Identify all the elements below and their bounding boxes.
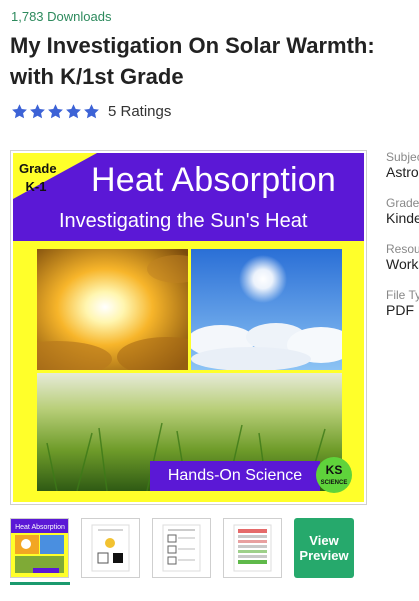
grade-label: Grade K-1 bbox=[19, 160, 57, 196]
thumbnail-strip: Heat Absorption View Preview bbox=[10, 518, 354, 578]
ratings-count[interactable]: 5 Ratings bbox=[108, 103, 171, 120]
cover-title-banner: Grade K-1 Heat Absorption Investigating … bbox=[13, 153, 364, 241]
ks-science-logo: KS SCIENCE bbox=[316, 457, 352, 493]
thumbnail-page-2[interactable] bbox=[81, 518, 140, 578]
grade-label: Grade bbox=[386, 196, 419, 210]
file-type-value: PDF bbox=[386, 302, 414, 318]
view-preview-button[interactable]: View Preview bbox=[294, 518, 354, 578]
active-thumbnail-indicator bbox=[10, 582, 70, 585]
grade-value[interactable]: Kindergarten bbox=[386, 210, 419, 226]
worksheet-preview bbox=[233, 524, 272, 572]
ks-badge-subtext: SCIENCE bbox=[320, 480, 348, 486]
product-title: My Investigation On Solar Warmth: with K… bbox=[10, 33, 375, 89]
subject-label: Subject bbox=[386, 150, 419, 164]
thumbnail-cover-image: Heat Absorption bbox=[11, 519, 68, 577]
view-preview-line1: View bbox=[309, 533, 339, 548]
star-icon bbox=[66, 104, 81, 119]
thumbnail-cover-title: Heat Absorption bbox=[15, 524, 65, 531]
thumbnail-page-4[interactable] bbox=[223, 518, 282, 578]
blue-sky-photo bbox=[191, 249, 342, 370]
star-icon bbox=[84, 104, 99, 119]
star-icon bbox=[48, 104, 63, 119]
ks-badge-text: KS bbox=[325, 463, 343, 477]
star-rating bbox=[11, 103, 100, 120]
subject-value[interactable]: Astronomy bbox=[386, 164, 419, 180]
cover-art: Grade K-1 Heat Absorption Investigating … bbox=[13, 153, 364, 502]
hands-on-science-banner: Hands-On Science bbox=[150, 461, 320, 491]
sun-clouds-photo bbox=[37, 249, 188, 370]
cover-image[interactable]: Grade K-1 Heat Absorption Investigating … bbox=[10, 150, 367, 505]
star-icon bbox=[30, 104, 45, 119]
resource-label: Resource bbox=[386, 242, 419, 256]
product-details: Subject Astronomy Grade Kindergarten Res… bbox=[386, 150, 419, 334]
rating-row[interactable]: 5 Ratings bbox=[11, 103, 171, 120]
cover-subtitle: Investigating the Sun's Heat bbox=[59, 210, 308, 232]
grade-line2: K-1 bbox=[25, 179, 47, 194]
grade-line1: Grade bbox=[19, 161, 57, 176]
resource-value[interactable]: Worksheets bbox=[386, 256, 419, 272]
downloads-count: 1,783 Downloads bbox=[11, 9, 112, 24]
worksheet-preview bbox=[91, 524, 130, 572]
cover-title: Heat Absorption bbox=[91, 161, 336, 199]
file-type-label: File Type bbox=[386, 288, 419, 302]
view-preview-line2: Preview bbox=[299, 548, 349, 563]
thumbnail-cover[interactable]: Heat Absorption bbox=[10, 518, 69, 578]
star-icon bbox=[12, 104, 27, 119]
thumbnail-page-3[interactable] bbox=[152, 518, 211, 578]
worksheet-preview bbox=[162, 524, 201, 572]
